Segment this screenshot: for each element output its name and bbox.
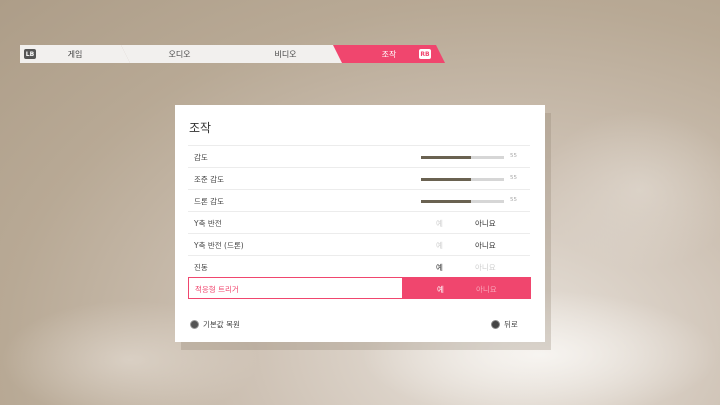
- option-yes[interactable]: 예: [436, 218, 443, 229]
- setting-row-drone-sensitivity[interactable]: 드론 감도 55: [188, 189, 530, 211]
- option-yes[interactable]: 예: [437, 284, 444, 295]
- setting-row-invert-y-drone[interactable]: Y축 반전 (드론) 예 아니요: [188, 233, 530, 255]
- rb-button-icon: RB: [420, 50, 430, 58]
- tab-audio[interactable]: 오디오: [121, 45, 238, 63]
- option-yes[interactable]: 예: [436, 240, 443, 251]
- lb-button-icon: LB: [25, 50, 35, 58]
- settings-tab-bar: LB 게임 오디오 비디오 조작 RB: [20, 45, 445, 63]
- selection-highlight: [402, 277, 531, 299]
- slider-value: 55: [510, 175, 517, 181]
- reset-label: 기본값 복원: [203, 320, 240, 329]
- setting-label: Y축 반전 (드론): [194, 241, 244, 250]
- drone-sensitivity-slider[interactable]: [421, 200, 504, 203]
- setting-row-vibration[interactable]: 진동 예 아니요: [188, 255, 530, 277]
- tab-label: 비디오: [274, 49, 297, 59]
- circle-button-icon: [491, 320, 500, 329]
- setting-label: 조준 감도: [194, 175, 224, 184]
- option-no[interactable]: 아니요: [475, 240, 496, 251]
- reset-defaults-button[interactable]: 기본값 복원: [190, 319, 240, 330]
- background-cloud: [540, 110, 720, 270]
- slider-fill: [421, 178, 471, 181]
- tab-video[interactable]: 비디오: [227, 45, 344, 63]
- sensitivity-slider[interactable]: [421, 156, 504, 159]
- option-no[interactable]: 아니요: [476, 284, 497, 295]
- setting-label: 감도: [194, 153, 208, 162]
- aim-sensitivity-slider[interactable]: [421, 178, 504, 181]
- back-button[interactable]: 뒤로: [491, 319, 518, 330]
- setting-label: 적응형 트리거: [195, 285, 239, 294]
- setting-row-aim-sensitivity[interactable]: 조준 감도 55: [188, 167, 530, 189]
- setting-label: Y축 반전: [194, 219, 222, 228]
- slider-fill: [421, 156, 471, 159]
- tab-label: 조작: [381, 49, 397, 59]
- tab-controls[interactable]: 조작 RB: [333, 45, 445, 63]
- controls-settings-panel: 조작 감도 55 조준 감도 55 드론 감도 55 Y축 반전 예 아니요 Y…: [175, 105, 545, 342]
- slider-value: 55: [510, 153, 517, 159]
- option-no[interactable]: 아니요: [475, 262, 496, 273]
- setting-row-adaptive-trigger[interactable]: 적응형 트리거 예 아니요: [188, 277, 531, 299]
- option-yes[interactable]: 예: [436, 262, 443, 273]
- slider-value: 55: [510, 197, 517, 203]
- panel-title: 조작: [189, 121, 212, 135]
- tab-game[interactable]: LB 게임: [20, 45, 130, 63]
- square-button-icon: [190, 320, 199, 329]
- setting-row-sensitivity[interactable]: 감도 55: [188, 145, 530, 167]
- setting-label: 드론 감도: [194, 197, 224, 206]
- back-label: 뒤로: [504, 320, 518, 329]
- tab-label: 게임: [67, 49, 83, 59]
- setting-label: 진동: [194, 263, 208, 272]
- settings-list: 감도 55 조준 감도 55 드론 감도 55 Y축 반전 예 아니요 Y축 반…: [188, 145, 531, 299]
- option-no[interactable]: 아니요: [475, 218, 496, 229]
- slider-fill: [421, 200, 471, 203]
- tab-label: 오디오: [168, 49, 191, 59]
- setting-row-invert-y[interactable]: Y축 반전 예 아니요: [188, 211, 530, 233]
